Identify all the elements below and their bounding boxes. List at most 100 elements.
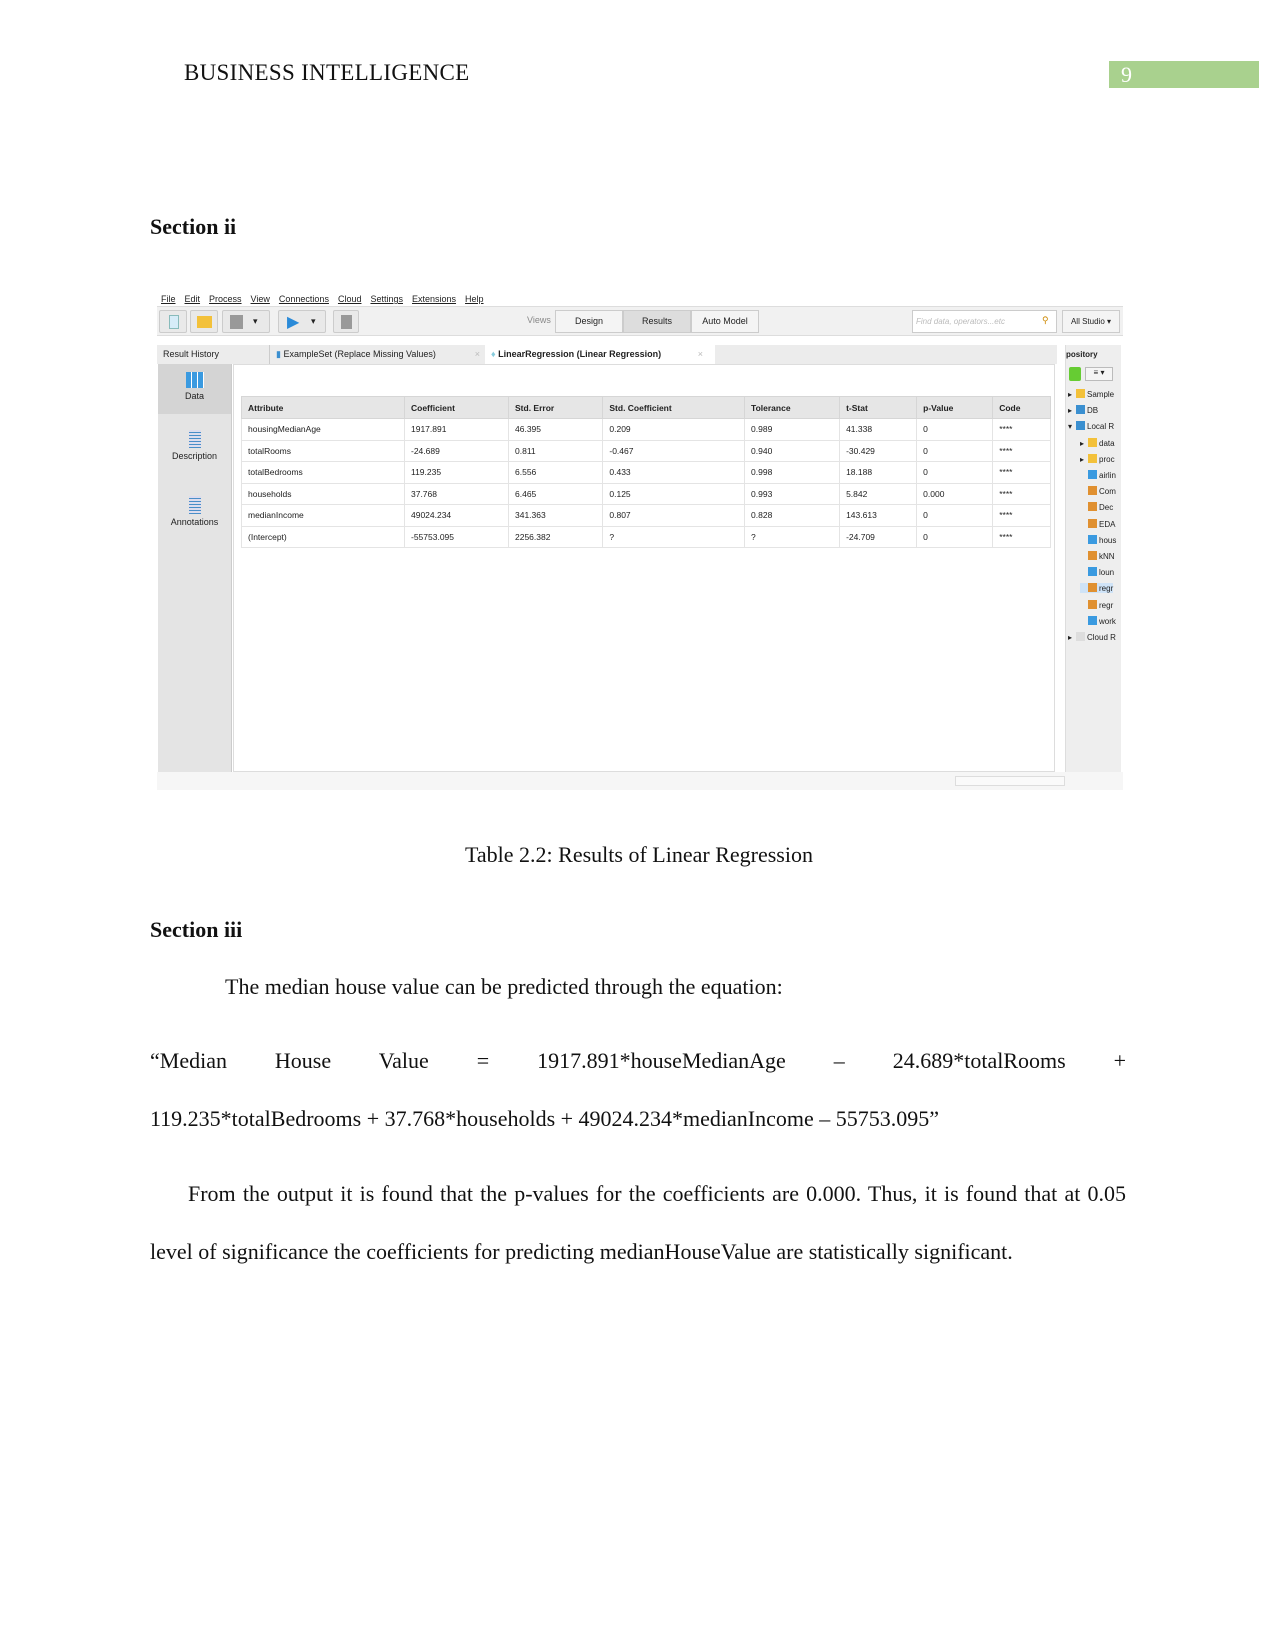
data-view-button[interactable]: Data (158, 364, 231, 414)
table-row: totalBedrooms 119.235 6.556 0.433 0.998 18.18… (241, 461, 1051, 484)
run-button[interactable]: ▶ ▾ (278, 310, 326, 333)
table-icon: ▮ (276, 349, 281, 359)
folder-icon (1076, 389, 1085, 398)
eq-term: 1917.891*houseMedianAge (537, 1048, 786, 1073)
table-cell: 0.807 (602, 504, 746, 527)
expand-icon[interactable]: ▸ (1068, 633, 1076, 642)
expand-icon[interactable]: ▸ (1080, 455, 1088, 464)
table-cell: 1917.891 (403, 418, 510, 441)
table-cell: 0.989 (744, 418, 841, 441)
repository-item[interactable]: Com (1080, 486, 1116, 496)
stop-button[interactable] (333, 310, 359, 333)
table-cell: **** (992, 525, 1051, 548)
search-icon: ⚲ (1042, 315, 1049, 325)
column-header[interactable]: Std. Error (507, 396, 604, 419)
search-input[interactable]: Find data, operators...etc (912, 310, 1057, 333)
menu-view[interactable]: View (251, 294, 270, 304)
view-design[interactable]: Design (555, 310, 623, 333)
column-header[interactable]: Code (992, 396, 1051, 419)
tab-linear-regression[interactable]: ♦ LinearRegression (Linear Regression) × (485, 345, 715, 364)
menu-extensions[interactable]: Extensions (412, 294, 456, 304)
process-icon (1088, 583, 1097, 593)
studio-dropdown[interactable]: All Studio ▾ (1062, 310, 1120, 333)
expand-icon[interactable]: ▸ (1080, 439, 1088, 448)
table-cell: 46.395 (507, 418, 604, 441)
chevron-down-icon: ▾ (311, 316, 316, 326)
repository-item[interactable]: Dec (1080, 502, 1113, 512)
repository-item-label: EDA (1099, 519, 1116, 529)
document-icon (188, 430, 201, 448)
repository-item-label: work (1099, 616, 1116, 626)
tab-result-history[interactable]: Result History (157, 345, 267, 364)
eq-term: 24.689*totalRooms (892, 1048, 1066, 1073)
table-cell: 5.842 (839, 482, 918, 505)
table-cell: **** (992, 504, 1051, 527)
repository-menu-button[interactable]: ≡ ▾ (1085, 367, 1113, 381)
label: Data (184, 391, 204, 401)
add-repository-icon[interactable] (1069, 367, 1081, 381)
table-cell: 0.940 (744, 439, 841, 462)
horizontal-scrollbar[interactable] (955, 776, 1065, 786)
repository-item[interactable]: ▸ Cloud R (1068, 632, 1116, 642)
repository-item[interactable]: ▸ Sample (1068, 389, 1114, 399)
menu-edit[interactable]: Edit (185, 294, 201, 304)
repository-item[interactable]: ▸ DB (1068, 405, 1098, 415)
column-header[interactable]: t-Stat (839, 396, 918, 419)
repository-item[interactable]: work (1080, 615, 1116, 626)
view-auto-model[interactable]: Auto Model (691, 310, 759, 333)
table-row: totalRooms -24.689 0.811 -0.467 0.940 -30.429… (241, 439, 1051, 462)
regression-table: Attribute Coefficient Std. Error Std. Coeff… (241, 396, 1051, 548)
table-cell: households (241, 482, 405, 505)
repository-item[interactable]: kNN (1080, 551, 1115, 561)
column-header[interactable]: Coefficient (403, 396, 510, 419)
eq-term: Value (378, 1048, 429, 1073)
repository-item-label: kNN (1099, 552, 1115, 561)
column-header[interactable]: p-Value (916, 396, 994, 419)
repository-item[interactable]: ▾ Local R (1068, 421, 1114, 431)
expand-icon[interactable]: ▸ (1068, 390, 1076, 399)
repository-item[interactable]: airlin (1080, 470, 1116, 480)
menu-help[interactable]: Help (465, 294, 484, 304)
column-header[interactable]: Attribute (241, 396, 405, 419)
computer-icon (1076, 421, 1085, 431)
description-view-button[interactable]: Description (158, 430, 231, 461)
save-button[interactable]: ▾ (222, 310, 270, 333)
data-icon (1088, 470, 1097, 479)
views-label: Views (527, 315, 551, 325)
expand-icon[interactable]: ▸ (1068, 406, 1076, 415)
close-icon[interactable]: × (698, 345, 703, 364)
repository-item[interactable]: ▸ proc (1080, 453, 1115, 464)
running-header: BUSINESS INTELLIGENCE (184, 60, 470, 85)
menu-cloud[interactable]: Cloud (338, 294, 362, 304)
process-icon (1088, 551, 1097, 560)
open-button[interactable] (190, 310, 218, 333)
table-grid-icon (185, 372, 204, 388)
column-header[interactable]: Tolerance (744, 396, 841, 419)
repository-item[interactable]: ▸ data (1080, 437, 1115, 448)
repository-item[interactable]: regr (1080, 583, 1114, 594)
process-icon (1088, 518, 1097, 528)
annotations-view-button[interactable]: Annotations (158, 496, 231, 527)
new-file-button[interactable] (159, 310, 187, 333)
column-header[interactable]: Std. Coefficient (602, 396, 746, 419)
menu-file[interactable]: File (161, 294, 176, 304)
view-results[interactable]: Results (623, 310, 691, 333)
close-icon[interactable]: × (475, 345, 480, 364)
results-pane: Attribute Coefficient Std. Error Std. Coeff… (233, 364, 1055, 772)
toolbar: ▾ ▶ ▾ Views Design Results Auto Model Fin… (157, 306, 1123, 336)
repository-item[interactable]: hous (1080, 534, 1116, 545)
repository-item[interactable]: regr (1080, 599, 1113, 610)
table-cell: 18.188 (839, 461, 918, 484)
menu-process[interactable]: Process (209, 294, 242, 304)
menu-connections[interactable]: Connections (279, 294, 329, 304)
repository-title: pository (1066, 350, 1098, 359)
repository-item[interactable]: EDA (1080, 518, 1116, 529)
tab-example-set[interactable]: ▮ ExampleSet (Replace Missing Values) × (269, 345, 484, 364)
expand-icon[interactable]: ▾ (1068, 422, 1076, 431)
repository-item[interactable]: loun (1080, 567, 1114, 577)
menu-settings[interactable]: Settings (370, 294, 403, 304)
table-cell: 49024.234 (403, 504, 510, 527)
data-icon (1088, 615, 1097, 625)
repository-item-label: Local R (1087, 422, 1115, 432)
studio-dropdown-label: All Studio (1070, 317, 1105, 326)
